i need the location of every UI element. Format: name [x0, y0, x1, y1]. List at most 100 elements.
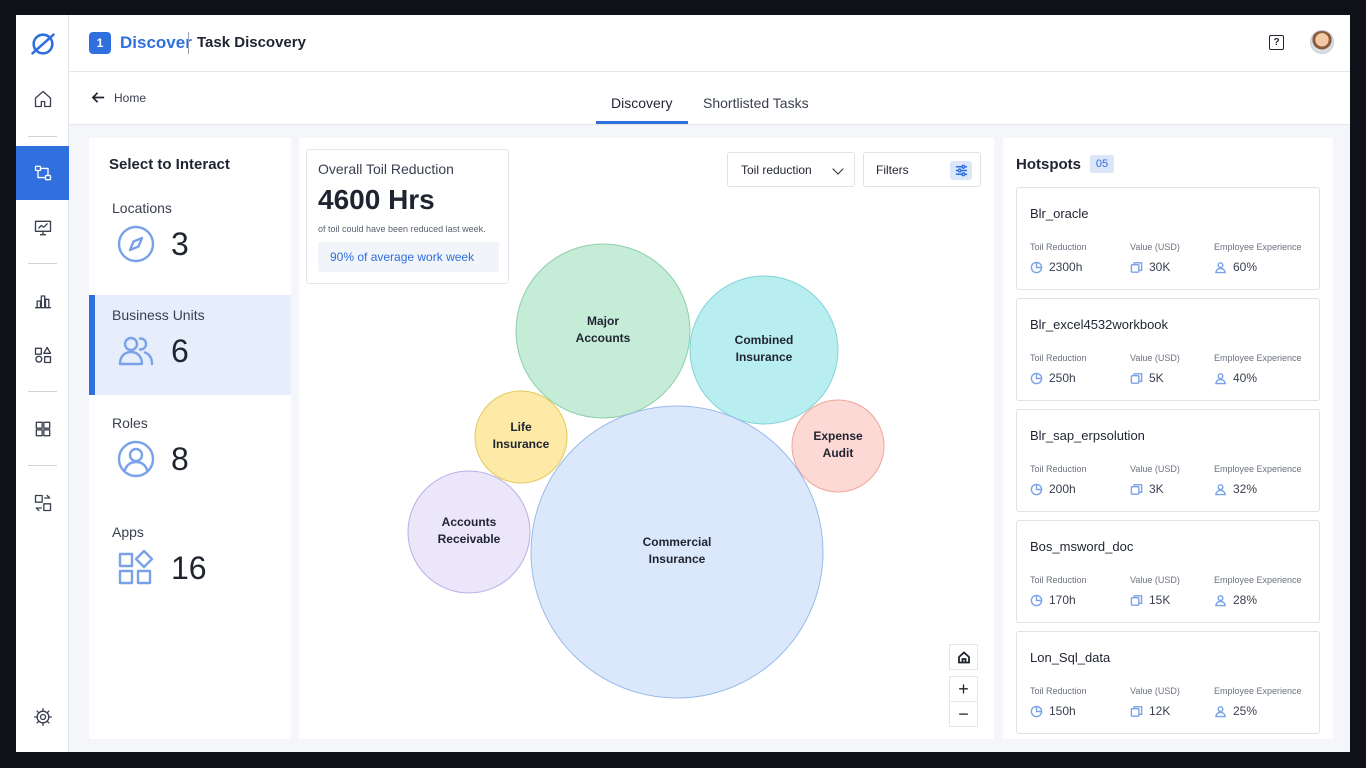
user-icon — [1215, 594, 1226, 606]
bubble-label: Insurance — [736, 350, 793, 364]
hotspot-toil-value: 150h — [1049, 704, 1076, 718]
hotspot-toil-header: Toil Reduction — [1030, 464, 1087, 474]
hotspot-value-header: Value (USD) — [1130, 242, 1180, 252]
hotspot-toil: Toil Reduction 250h — [1030, 353, 1087, 385]
money-icon — [1130, 372, 1143, 384]
select-panel: Select to Interact Locations 3 Business … — [89, 138, 291, 739]
hotspot-value-value: 30K — [1149, 260, 1171, 274]
hotspot-toil: Toil Reduction 2300h — [1030, 242, 1087, 274]
left-rail — [16, 15, 69, 752]
hotspot-value-value: 5K — [1149, 371, 1164, 385]
hotspot-toil-header: Toil Reduction — [1030, 353, 1087, 363]
hotspots-title: Hotspots — [1016, 156, 1081, 173]
app-number-badge: 1 — [89, 32, 111, 54]
bubble-label: Insurance — [649, 552, 706, 566]
bubble-label: Audit — [823, 446, 854, 460]
app-window: 1 Discover Task Discovery ? Home Discove… — [16, 15, 1350, 752]
hotspot-toil-header: Toil Reduction — [1030, 242, 1087, 252]
swap-icon[interactable] — [16, 483, 69, 523]
filters-label: Filters — [876, 162, 909, 177]
hotspot-exp-value: 28% — [1233, 593, 1258, 607]
hotspot-exp-header: Employee Experience — [1214, 242, 1302, 252]
money-icon — [1130, 483, 1143, 495]
bubble-label: Accounts — [576, 331, 631, 345]
tab-discovery[interactable]: Discovery — [611, 95, 672, 111]
filter-item-count: 6 — [171, 333, 189, 369]
hotspot-value: Value (USD) 5K — [1130, 353, 1180, 385]
hotspot-toil-header: Toil Reduction — [1030, 686, 1087, 696]
bubble-label: Insurance — [493, 437, 550, 451]
app-name[interactable]: Discover — [120, 33, 192, 53]
avatar[interactable] — [1310, 30, 1334, 54]
toil-summary-card: Overall Toil Reduction 4600 Hrs of toil … — [306, 149, 509, 284]
hotspot-experience: Employee Experience 60% — [1214, 242, 1302, 274]
hotspot-value-header: Value (USD) — [1130, 575, 1180, 585]
metric-select[interactable]: Toil reduction — [727, 152, 855, 187]
users-icon — [116, 331, 156, 371]
tab-shortlisted-tasks[interactable]: Shortlisted Tasks — [703, 95, 809, 111]
hotspot-value-value: 15K — [1149, 593, 1171, 607]
filters-button[interactable]: Filters — [863, 152, 981, 187]
hotspots-panel: Hotspots 05 Blr_oracle Toil Reduction 2300… — [1003, 138, 1333, 739]
bubble-chart-panel: Major Accounts Combined Insurance Life Insura… — [299, 138, 994, 739]
hotspot-exp-header: Employee Experience — [1214, 353, 1302, 363]
hotspot-exp-value: 40% — [1233, 371, 1258, 385]
hotspot-value-header: Value (USD) — [1130, 464, 1180, 474]
shapes-icon[interactable] — [16, 335, 69, 375]
hotspot-card[interactable]: Blr_sap_erpsolution Toil Reduction 200h Val… — [1016, 409, 1320, 512]
hotspot-toil-value: 200h — [1049, 482, 1076, 496]
filter-item-label: Roles — [112, 415, 148, 431]
filter-item-locations[interactable]: Locations 3 — [89, 188, 291, 288]
settings-icon[interactable] — [16, 697, 69, 737]
filter-item-apps[interactable]: Apps 16 — [89, 512, 291, 612]
hotspot-name: Bos_msword_doc — [1030, 539, 1134, 554]
hotspot-name: Blr_oracle — [1030, 206, 1089, 221]
hotspot-experience: Employee Experience 40% — [1214, 353, 1302, 385]
sliders-icon[interactable] — [950, 161, 972, 180]
page-title: Task Discovery — [197, 34, 306, 51]
hotspot-value-value: 12K — [1149, 704, 1171, 718]
back-home-label: Home — [114, 90, 147, 105]
active-tab-indicator — [596, 121, 688, 124]
help-icon[interactable]: ? — [1269, 35, 1284, 50]
bubble-label: Major — [587, 314, 619, 328]
hotspot-card[interactable]: Blr_oracle Toil Reduction 2300h Value (USD)… — [1016, 187, 1320, 290]
user-circle-icon — [116, 439, 156, 479]
user-icon — [1215, 372, 1226, 384]
filter-item-business-units[interactable]: Business Units 6 — [89, 295, 291, 395]
hotspot-card[interactable]: Lon_Sql_data Toil Reduction 150h Value (USD… — [1016, 631, 1320, 734]
filter-item-label: Locations — [112, 200, 172, 216]
filter-item-count: 16 — [171, 550, 207, 586]
home-icon[interactable] — [16, 79, 69, 119]
user-icon — [1215, 483, 1226, 495]
back-home-link[interactable]: Home — [91, 90, 146, 105]
zoom-in-button[interactable]: + — [949, 676, 978, 702]
reset-view-button[interactable] — [949, 644, 978, 670]
metric-select-value: Toil reduction — [741, 162, 812, 177]
hotspot-card[interactable]: Blr_excel4532workbook Toil Reduction 250h V… — [1016, 298, 1320, 401]
arrow-left-icon — [91, 92, 105, 103]
hotspot-exp-value: 25% — [1233, 704, 1258, 718]
hotspot-card[interactable]: Bos_msword_doc Toil Reduction 170h Value (U… — [1016, 520, 1320, 623]
filter-item-label: Apps — [112, 524, 144, 540]
logo-icon[interactable] — [16, 23, 69, 65]
bubble-label: Commercial — [643, 535, 712, 549]
hotspot-toil-header: Toil Reduction — [1030, 575, 1087, 585]
hotspot-name: Blr_sap_erpsolution — [1030, 428, 1145, 443]
filter-item-count: 3 — [171, 226, 189, 262]
bar-chart-icon[interactable] — [16, 281, 69, 321]
bubble-label: Accounts — [442, 515, 497, 529]
zoom-out-button[interactable]: − — [949, 701, 978, 727]
grid-icon[interactable] — [16, 409, 69, 449]
presentation-icon[interactable] — [16, 208, 69, 248]
pie-icon — [1030, 261, 1043, 273]
apps-icon — [116, 548, 156, 588]
pie-icon — [1030, 705, 1043, 717]
filter-item-roles[interactable]: Roles 8 — [89, 403, 291, 503]
hotspot-toil-value: 250h — [1049, 371, 1076, 385]
toil-title: Overall Toil Reduction — [318, 161, 454, 177]
toil-value: 4600 Hrs — [318, 184, 435, 215]
pie-icon — [1030, 372, 1043, 384]
hotspot-toil: Toil Reduction 150h — [1030, 686, 1087, 718]
discover-icon[interactable] — [16, 146, 69, 200]
